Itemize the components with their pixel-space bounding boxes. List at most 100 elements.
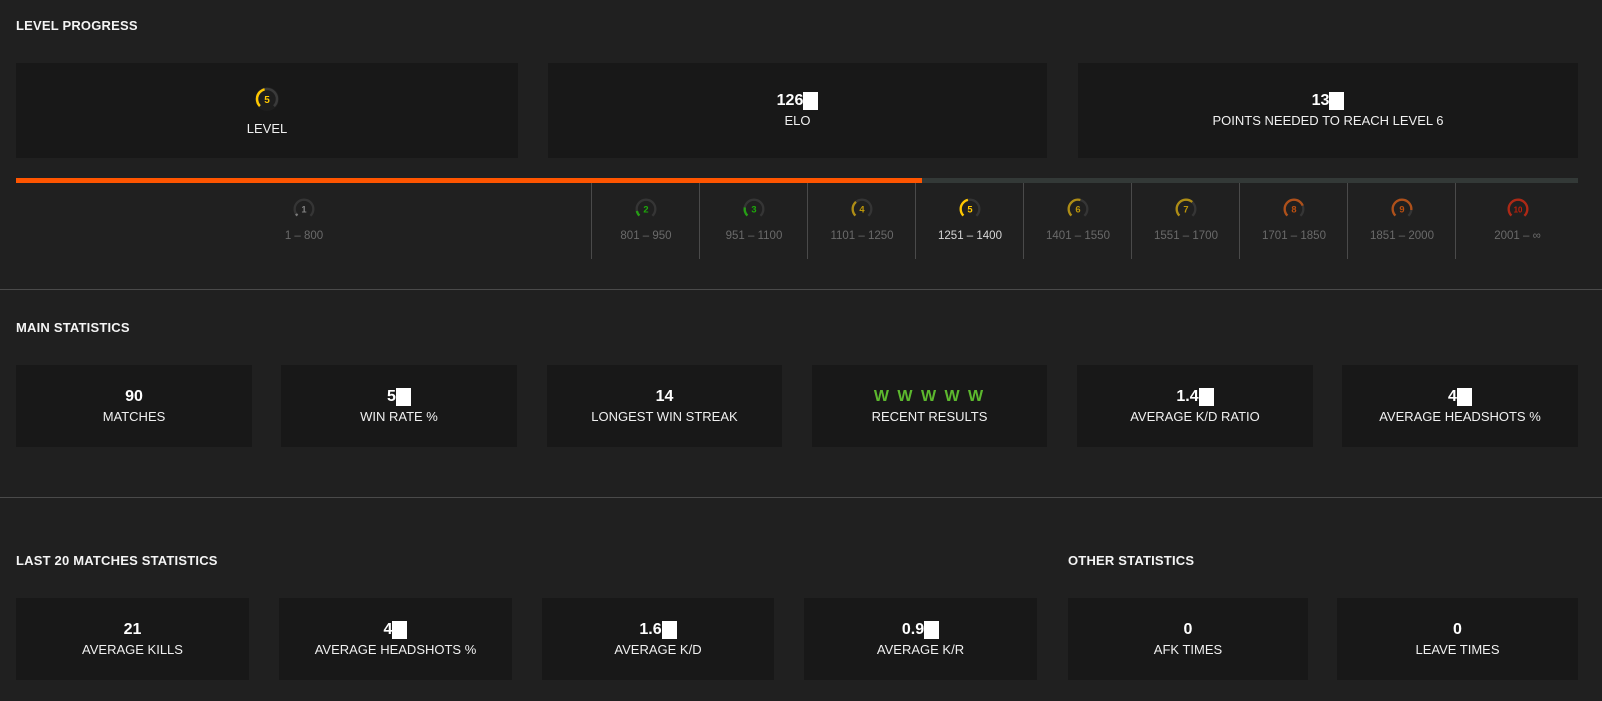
points-needed-card: 13 POINTS NEEDED TO REACH LEVEL 6 (1078, 63, 1578, 158)
stat-value: 14 (655, 387, 674, 405)
level-badge-icon: 1 (293, 198, 315, 220)
stat-label: AVERAGE KILLS (82, 641, 183, 657)
level-badge-icon: 10 (1507, 198, 1528, 220)
last20-stat-card: 4 AVERAGE HEADSHOTS % (279, 598, 512, 680)
stat-label: LEAVE TIMES (1415, 641, 1500, 657)
level-badge-number: 10 (1513, 205, 1522, 214)
stat-label: AVERAGE K/R (876, 641, 965, 657)
level-badge-number: 3 (751, 204, 756, 214)
stat-label: WIN RATE % (360, 408, 438, 424)
main-stat-card: 4 AVERAGE HEADSHOTS % (1342, 365, 1578, 447)
last20-stat-card: 1.6 AVERAGE K/D (542, 598, 774, 680)
stat-label: RECENT RESULTS (871, 408, 988, 424)
stat-value: 1.4 (1176, 387, 1199, 405)
other-stat-card: 0 AFK TIMES (1068, 598, 1308, 680)
stat-value: 4 (383, 620, 393, 638)
redaction-mask (661, 620, 677, 639)
stat-value: 0.9 (901, 620, 925, 638)
level-badge-icon: 6 (1067, 198, 1089, 220)
stat-value: 0 (1453, 620, 1462, 638)
level-range-label: 2001 – ∞ (1494, 230, 1541, 242)
level-range-label: 1701 – 1850 (1262, 230, 1326, 242)
level-badge-number: 5 (967, 204, 972, 214)
level-badge-number: 9 (1399, 204, 1404, 214)
level-range-item: 4 1101 – 1250 (807, 183, 916, 259)
level-progress-title: LEVEL PROGRESS (16, 18, 138, 33)
stat-value: 5 (387, 387, 396, 405)
level-range-item: 8 1701 – 1850 (1239, 183, 1348, 259)
main-stat-card: 5 WIN RATE % (281, 365, 517, 447)
level-badge-number: 5 (264, 95, 270, 106)
level-range-label: 1 – 800 (284, 230, 324, 242)
main-stat-card: 90 MATCHES (16, 365, 252, 447)
stat-label: AFK TIMES (1153, 641, 1223, 657)
level-range-item: 1 1 – 800 (16, 183, 592, 259)
section-divider (0, 497, 1602, 498)
stat-value: 90 (125, 387, 143, 405)
elo-label: ELO (784, 113, 811, 128)
level-range-label: 801 – 950 (620, 230, 672, 242)
redaction-mask (924, 620, 940, 639)
main-stat-card: W W W W W RECENT RESULTS (812, 365, 1047, 447)
level-range-label: 951 – 1100 (725, 230, 783, 242)
stat-label: AVERAGE HEADSHOTS % (1379, 408, 1541, 424)
level-range-item: 10 2001 – ∞ (1455, 183, 1579, 259)
redaction-mask (803, 92, 819, 110)
level-range-item: 3 951 – 1100 (699, 183, 808, 259)
last20-stat-card: 0.9 AVERAGE K/R (804, 598, 1037, 680)
level-badge-number: 4 (859, 204, 865, 214)
last20-stat-card: 21 AVERAGE KILLS (16, 598, 249, 680)
level-badge-number: 2 (643, 204, 648, 214)
elo-value: 126 (776, 92, 804, 109)
points-needed-label: POINTS NEEDED TO REACH LEVEL 6 (1212, 113, 1444, 128)
stat-value: 21 (123, 620, 142, 638)
redaction-mask (395, 387, 411, 406)
level-range-item: 5 1251 – 1400 (915, 183, 1024, 259)
last20-statistics-title: LAST 20 MATCHES STATISTICS (16, 553, 218, 568)
level-range-label: 1551 – 1700 (1154, 230, 1218, 242)
stat-value: W W W W W (873, 387, 986, 405)
stat-label: LONGEST WIN STREAK (591, 408, 738, 424)
level-card: 5 LEVEL (16, 63, 518, 158)
level-badge-number: 1 (301, 204, 306, 214)
level-badge-icon: 2 (635, 198, 657, 220)
level-badge-icon: 5 (255, 86, 279, 111)
stat-value: 1.6 (639, 620, 662, 638)
points-needed-value: 13 (1311, 92, 1330, 109)
stat-value: 0 (1183, 620, 1193, 638)
level-range-label: 1401 – 1550 (1046, 230, 1110, 242)
stat-label: AVERAGE HEADSHOTS % (314, 641, 477, 657)
level-badge-icon: 8 (1283, 198, 1305, 220)
level-badge-icon: 3 (743, 198, 765, 220)
stat-label: MATCHES (102, 408, 166, 424)
level-badge-icon: 4 (851, 198, 873, 220)
elo-card: 126 ELO (548, 63, 1047, 158)
main-stat-card: 1.4 AVERAGE K/D RATIO (1077, 365, 1313, 447)
level-range-label: 1251 – 1400 (938, 230, 1002, 242)
main-stat-card: 14 LONGEST WIN STREAK (547, 365, 782, 447)
stat-label: AVERAGE K/D RATIO (1130, 408, 1260, 424)
level-badge-number: 6 (1075, 204, 1080, 214)
stat-label: AVERAGE K/D (614, 641, 702, 657)
level-range-label: 1851 – 2000 (1370, 230, 1434, 242)
level-range-item: 7 1551 – 1700 (1131, 183, 1240, 259)
stat-value: 4 (1448, 387, 1457, 405)
redaction-mask (1456, 387, 1472, 406)
redaction-mask (1198, 387, 1214, 406)
level-badge-icon: 5 (959, 198, 981, 220)
level-range-item: 2 801 – 950 (591, 183, 700, 259)
level-range-label: 1101 – 1250 (830, 230, 894, 242)
other-stat-card: 0 LEAVE TIMES (1337, 598, 1578, 680)
redaction-mask (392, 620, 408, 639)
level-range-item: 6 1401 – 1550 (1023, 183, 1132, 259)
level-badge-number: 8 (1291, 204, 1296, 214)
level-badge-icon: 9 (1391, 198, 1413, 220)
section-divider (0, 289, 1602, 290)
other-statistics-title: OTHER STATISTICS (1068, 553, 1195, 568)
level-badge-icon: 7 (1175, 198, 1197, 220)
level-label: LEVEL (246, 120, 288, 136)
main-statistics-title: MAIN STATISTICS (16, 320, 130, 335)
redaction-mask (1329, 92, 1345, 110)
level-range-item: 9 1851 – 2000 (1347, 183, 1456, 259)
level-badge-number: 7 (1183, 204, 1188, 214)
